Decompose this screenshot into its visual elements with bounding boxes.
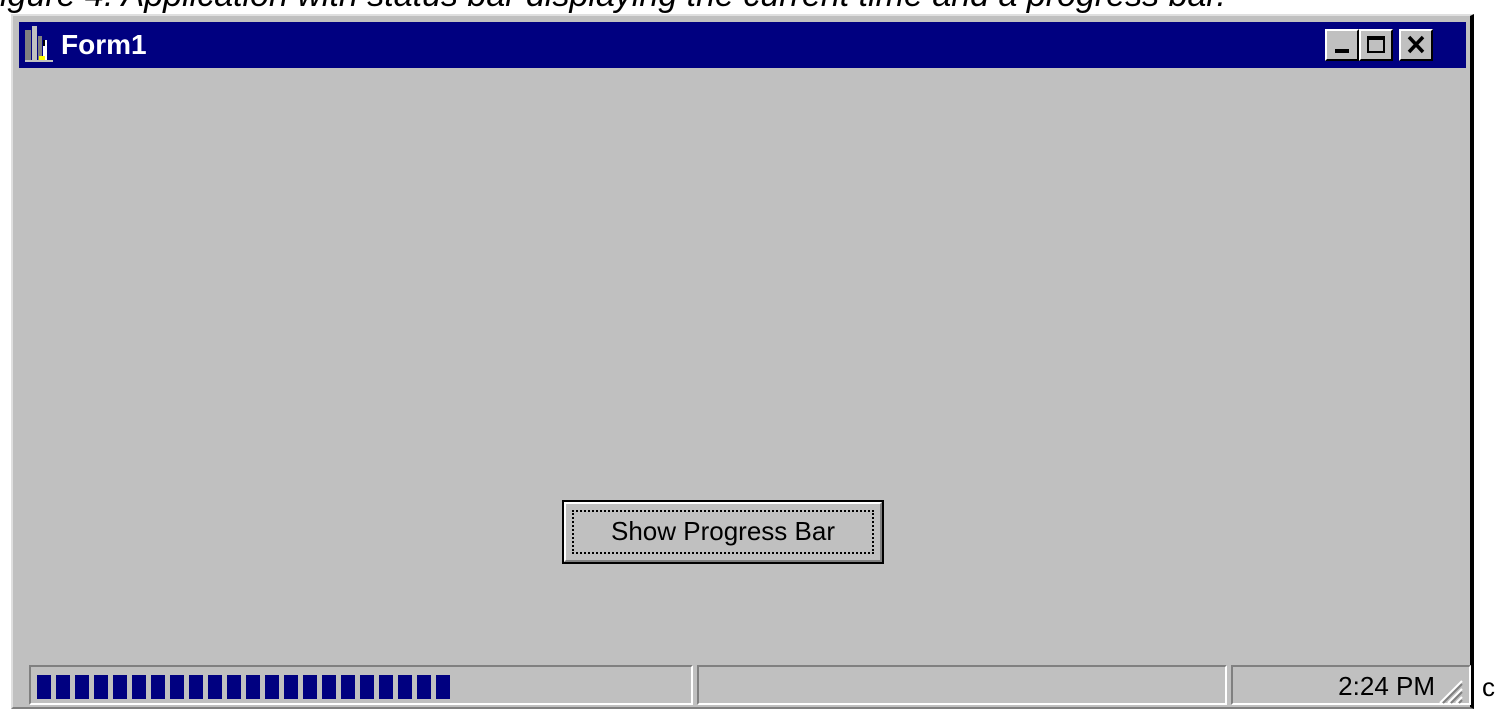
progress-bar [37, 675, 685, 699]
progress-block [284, 675, 298, 699]
status-time: 2:24 PM [1338, 671, 1435, 701]
close-icon [1407, 35, 1425, 54]
progress-block [75, 675, 89, 699]
minimize-button[interactable] [1325, 29, 1359, 61]
caption-text: igure 4: Application with status bar dis… [0, 0, 1500, 12]
status-bar: 2:24 PM [19, 665, 1471, 705]
close-button[interactable] [1399, 29, 1433, 61]
show-progress-bar-button[interactable]: Show Progress Bar [562, 500, 884, 564]
progress-block [303, 675, 317, 699]
maximize-icon [1367, 36, 1385, 53]
client-area: Show Progress Bar [19, 70, 1466, 661]
status-panel-progress [29, 665, 693, 705]
progress-block [265, 675, 279, 699]
progress-block [151, 675, 165, 699]
progress-block [132, 675, 146, 699]
form-window: Form1 Show Progress Bar 2:24 PM [11, 14, 1474, 709]
show-progress-bar-label: Show Progress Bar [611, 516, 835, 546]
window-title: Form1 [61, 29, 147, 60]
progress-block [113, 675, 127, 699]
progress-block [322, 675, 336, 699]
progress-block [56, 675, 70, 699]
minimize-icon [1335, 49, 1349, 53]
progress-block [398, 675, 412, 699]
progress-block [227, 675, 241, 699]
progress-block [37, 675, 51, 699]
title-bar[interactable]: Form1 [19, 22, 1466, 68]
app-icon [25, 26, 53, 62]
size-grip-icon[interactable] [1434, 675, 1464, 705]
progress-block [360, 675, 374, 699]
progress-block [341, 675, 355, 699]
status-panel-middle [697, 665, 1227, 705]
progress-block [417, 675, 431, 699]
progress-block [379, 675, 393, 699]
progress-block [94, 675, 108, 699]
progress-block [208, 675, 222, 699]
progress-block [436, 675, 450, 699]
progress-block [189, 675, 203, 699]
maximize-button[interactable] [1359, 29, 1393, 61]
progress-block [246, 675, 260, 699]
caption-fragment: c [1482, 672, 1495, 702]
progress-block [170, 675, 184, 699]
